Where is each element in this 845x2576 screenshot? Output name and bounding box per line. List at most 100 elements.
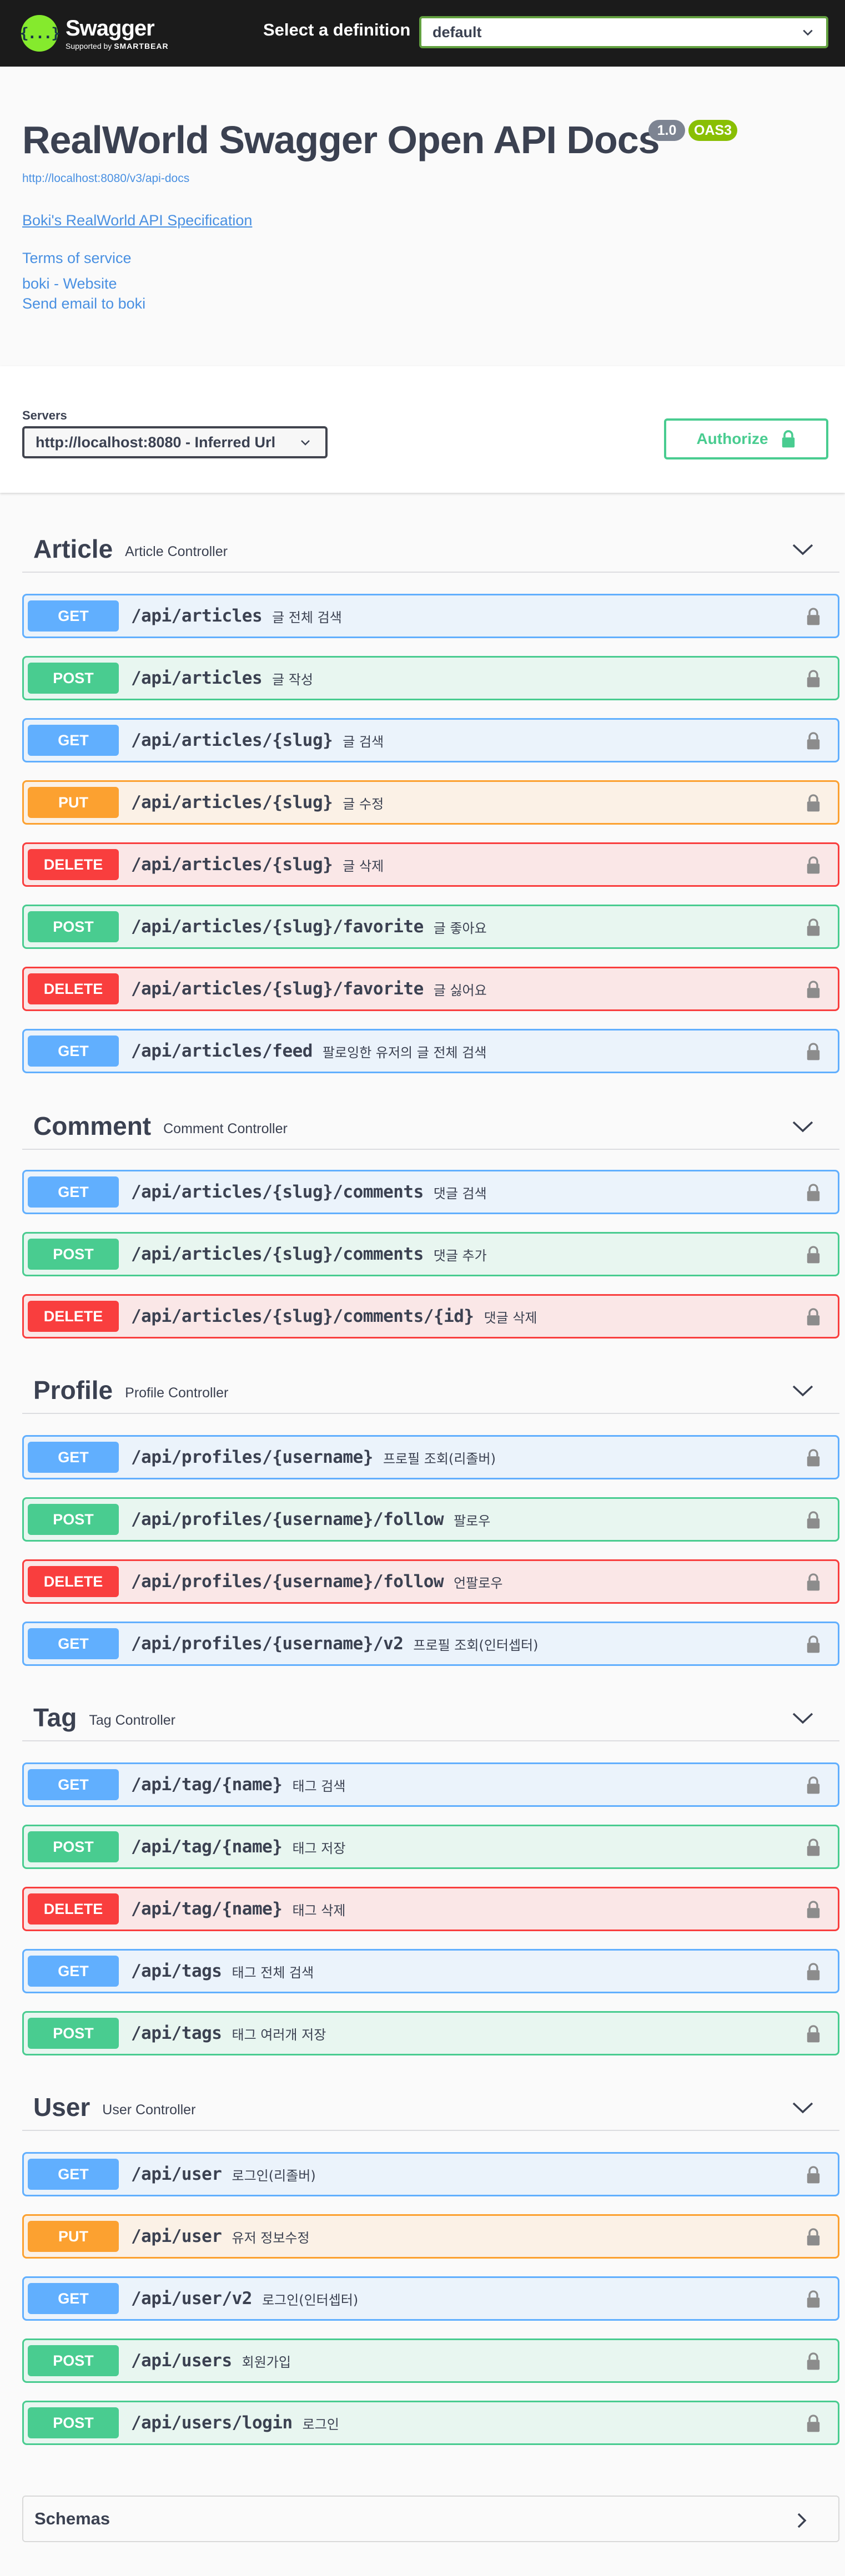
operation-row[interactable]: GET/api/articles/{slug} 글 검색: [22, 718, 839, 762]
operation-summary: 로그인(인터셉터): [261, 2292, 359, 2308]
lock-icon[interactable]: [806, 1775, 821, 1795]
operation-row[interactable]: GET/api/profiles/{username}/v2 프로필 조회(인터셉…: [22, 1622, 839, 1666]
email-link[interactable]: Send email to boki: [22, 295, 145, 312]
description-link[interactable]: Boki's RealWorld API Specification: [22, 212, 252, 229]
operation-path: /api/articles/{slug}/favorite: [131, 917, 424, 937]
operation-summary: 글 수정: [343, 796, 384, 812]
terms-of-service-link[interactable]: Terms of service: [22, 250, 132, 267]
operation-row[interactable]: GET/api/tag/{name} 태그 검색: [22, 1762, 839, 1807]
operation-path: /api/profiles/{username}/follow: [131, 1509, 444, 1529]
operation-path: /api/articles/{slug}: [131, 730, 333, 750]
operation-summary: 글 삭제: [343, 858, 384, 874]
lock-icon[interactable]: [806, 731, 821, 751]
topbar: {...} Swagger Supported by SMARTBEAR Sel…: [0, 0, 845, 67]
lock-icon[interactable]: [806, 1042, 821, 1062]
operation-summary: 태그 검색: [292, 1778, 346, 1794]
schemas-label: Schemas: [34, 2509, 110, 2528]
operation-row[interactable]: DELETE/api/articles/{slug} 글 삭제: [22, 842, 839, 887]
tag-header-article[interactable]: Article Article Controller: [22, 526, 839, 573]
lock-icon[interactable]: [806, 2165, 821, 2185]
lock-icon[interactable]: [806, 1448, 821, 1468]
operation-row[interactable]: POST/api/articles/{slug}/comments 댓글 추가: [22, 1232, 839, 1276]
chevron-down-icon: [792, 2102, 813, 2114]
operation-row[interactable]: DELETE/api/articles/{slug}/favorite 글 싫어요: [22, 967, 839, 1011]
chevron-down-icon: [792, 1713, 813, 1724]
lock-icon[interactable]: [806, 1245, 821, 1265]
operation-row[interactable]: GET/api/articles 글 전체 검색: [22, 594, 839, 638]
operation-path: /api/user/v2: [131, 2289, 252, 2309]
lock-icon[interactable]: [806, 917, 821, 937]
lock-icon[interactable]: [806, 1183, 821, 1203]
operation-summary: 댓글 삭제: [484, 1310, 537, 1326]
chevron-down-icon: [803, 29, 813, 36]
tag-header-tag[interactable]: Tag Tag Controller: [22, 1695, 839, 1741]
method-badge: GET: [28, 725, 119, 756]
operation-row[interactable]: POST/api/tags 태그 여러개 저장: [22, 2011, 839, 2055]
operation-row[interactable]: GET/api/articles/feed 팔로잉한 유저의 글 전체 검색: [22, 1029, 839, 1073]
method-badge: DELETE: [28, 849, 119, 880]
lock-icon[interactable]: [806, 1510, 821, 1530]
operation-row[interactable]: GET/api/profiles/{username} 프로필 조회(리졸버): [22, 1435, 839, 1479]
method-badge: POST: [28, 663, 119, 694]
website-link[interactable]: boki - Website: [22, 275, 117, 292]
operation-row[interactable]: POST/api/profiles/{username}/follow 팔로우: [22, 1497, 839, 1542]
lock-icon[interactable]: [806, 1634, 821, 1654]
method-badge: POST: [28, 1831, 119, 1862]
lock-icon[interactable]: [806, 2024, 821, 2044]
operation-path: /api/articles/{slug}/comments/{id}: [131, 1306, 474, 1326]
operation-row[interactable]: PUT/api/articles/{slug} 글 수정: [22, 780, 839, 825]
lock-icon[interactable]: [806, 607, 821, 627]
lock-icon[interactable]: [806, 2351, 821, 2371]
method-badge: GET: [28, 600, 119, 632]
tag-header-user[interactable]: User User Controller: [22, 2084, 839, 2131]
operation-row[interactable]: GET/api/user/v2 로그인(인터셉터): [22, 2276, 839, 2321]
chevron-right-icon: [797, 2513, 807, 2528]
definition-label: Select a definition: [263, 20, 411, 39]
tag-header-profile[interactable]: Profile Profile Controller: [22, 1367, 839, 1414]
operation-row[interactable]: PUT/api/user 유저 정보수정: [22, 2214, 839, 2259]
operation-path: /api/articles: [131, 606, 263, 626]
operation-path: /api/users: [131, 2351, 232, 2371]
operation-row[interactable]: POST/api/users 회원가입: [22, 2338, 839, 2383]
lock-icon[interactable]: [806, 2289, 821, 2309]
spec-url-link[interactable]: http://localhost:8080/v3/api-docs: [22, 172, 189, 185]
lock-icon[interactable]: [806, 855, 821, 875]
lock-icon[interactable]: [806, 1837, 821, 1857]
operation-summary: 글 작성: [272, 671, 314, 688]
operation-row[interactable]: DELETE/api/articles/{slug}/comments/{id}…: [22, 1294, 839, 1338]
operation-row[interactable]: GET/api/user 로그인(리졸버): [22, 2152, 839, 2196]
lock-icon[interactable]: [806, 2227, 821, 2247]
definition-select[interactable]: default: [419, 16, 828, 48]
operation-summary: 글 좋아요: [433, 920, 487, 936]
swagger-logo[interactable]: {...} Swagger Supported by SMARTBEAR: [19, 10, 169, 57]
operation-row[interactable]: POST/api/articles/{slug}/favorite 글 좋아요: [22, 905, 839, 949]
operation-path: /api/tag/{name}: [131, 1837, 283, 1857]
lock-icon[interactable]: [806, 1962, 821, 1982]
operation-row[interactable]: POST/api/articles 글 작성: [22, 656, 839, 700]
operation-row[interactable]: DELETE/api/tag/{name} 태그 삭제: [22, 1887, 839, 1931]
lock-icon[interactable]: [806, 2413, 821, 2433]
operation-path: /api/profiles/{username}: [131, 1447, 373, 1467]
operation-path: /api/articles/{slug}/comments: [131, 1182, 424, 1202]
operation-summary: 태그 삭제: [292, 1902, 346, 1918]
lock-icon[interactable]: [806, 793, 821, 813]
method-badge: POST: [28, 1504, 119, 1535]
lock-icon[interactable]: [806, 1307, 821, 1327]
tag-header-comment[interactable]: Comment Comment Controller: [22, 1103, 839, 1150]
authorize-button[interactable]: Authorize: [664, 418, 828, 459]
lock-icon[interactable]: [806, 1900, 821, 1920]
operation-summary: 프로필 조회(리졸버): [383, 1451, 496, 1467]
lock-icon[interactable]: [806, 1572, 821, 1592]
operation-row[interactable]: POST/api/users/login 로그인: [22, 2401, 839, 2445]
schemas-section-toggle[interactable]: Schemas: [22, 2496, 839, 2542]
operation-row[interactable]: DELETE/api/profiles/{username}/follow 언팔로…: [22, 1559, 839, 1604]
operation-summary: 댓글 검색: [433, 1185, 487, 1201]
operation-row[interactable]: GET/api/articles/{slug}/comments 댓글 검색: [22, 1170, 839, 1214]
lock-icon[interactable]: [806, 979, 821, 999]
operation-row[interactable]: GET/api/tags 태그 전체 검색: [22, 1949, 839, 1993]
servers-select[interactable]: http://localhost:8080 - Inferred Url: [22, 426, 328, 458]
operation-row[interactable]: POST/api/tag/{name} 태그 저장: [22, 1825, 839, 1869]
method-badge: DELETE: [28, 1566, 119, 1597]
swagger-logo-icon: {...}: [19, 15, 61, 52]
lock-icon[interactable]: [806, 669, 821, 689]
